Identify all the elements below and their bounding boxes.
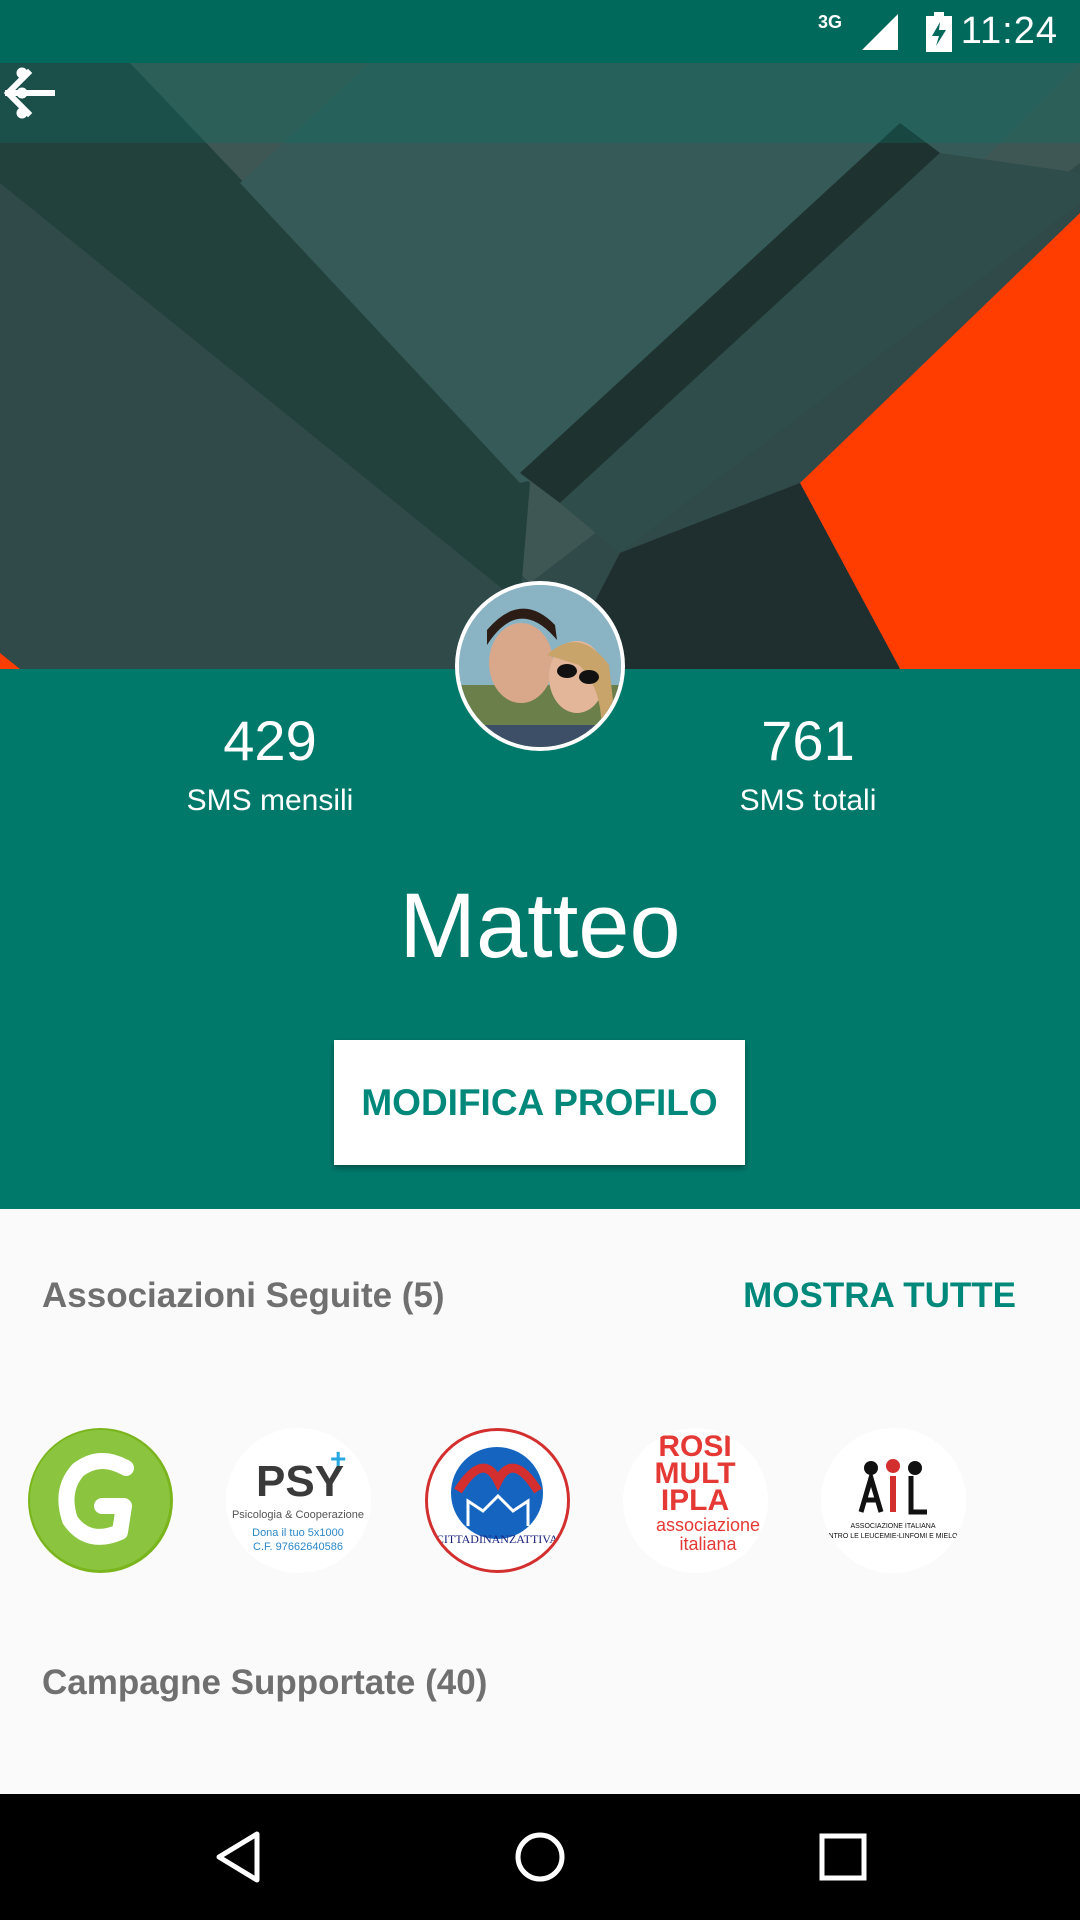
svg-text:CONTRO LE LEUCEMIE-LINFOMI E M: CONTRO LE LEUCEMIE-LINFOMI E MIELOMA	[821, 1533, 966, 1540]
system-navigation-bar	[0, 1794, 1080, 1920]
back-nav-icon[interactable]	[205, 1822, 275, 1892]
svg-text:+: +	[330, 1443, 346, 1474]
association-logo-cittadinanzattiva[interactable]: CITTADINANZATTIVA	[425, 1428, 570, 1573]
profile-header	[0, 63, 1080, 669]
recents-nav-icon[interactable]	[808, 1822, 878, 1892]
associations-title: Associazioni Seguite (5)	[42, 1276, 445, 1315]
association-logo-sclerosi-multipla[interactable]: ROSI MULT IPLA associazione italiana	[623, 1428, 768, 1573]
header-background	[0, 63, 1080, 669]
svg-text:ASSOCIAZIONE ITALIANA: ASSOCIAZIONE ITALIANA	[850, 1523, 935, 1530]
svg-text:Psicologia & Cooperazione: Psicologia & Cooperazione	[232, 1509, 364, 1521]
svg-text:associazione: associazione	[656, 1515, 760, 1535]
cittadinanzattiva-logo-icon: CITTADINANZATTIVA	[436, 1447, 558, 1546]
svg-text:Dona il tuo 5x1000: Dona il tuo 5x1000	[252, 1527, 344, 1539]
edit-profile-button[interactable]: MODIFICA PROFILO	[334, 1040, 745, 1165]
svg-text:italiana: italiana	[679, 1534, 737, 1554]
signal-icon	[862, 14, 898, 50]
monthly-sms-count: 429	[223, 709, 317, 772]
svg-text:CITTADINANZATTIVA: CITTADINANZATTIVA	[436, 1532, 558, 1546]
avatar-photo	[459, 585, 621, 747]
sclerosi-multipla-logo-icon: ROSI MULT IPLA associazione italiana	[654, 1430, 760, 1554]
overflow-menu-icon[interactable]	[0, 63, 44, 123]
profile-name: Matteo	[399, 875, 681, 977]
status-bar: 3G 11:24	[0, 0, 1080, 63]
ail-logo-icon: ASSOCIAZIONE ITALIANA CONTRO LE LEUCEMIE…	[821, 1459, 966, 1540]
avatar[interactable]	[455, 581, 625, 751]
association-logo-psy[interactable]: PSY + Psicologia & Cooperazione Dona il …	[226, 1428, 371, 1573]
stat-total-sms: 761 SMS totali	[658, 709, 958, 821]
stat-monthly-sms: 429 SMS mensili	[120, 709, 420, 821]
monthly-sms-label: SMS mensili	[186, 784, 354, 817]
show-all-button[interactable]: MOSTRA TUTTE	[743, 1276, 1016, 1316]
total-sms-count: 761	[761, 709, 855, 772]
g-logo-icon	[30, 1430, 170, 1570]
campaigns-title: Campagne Supportate (40)	[42, 1663, 488, 1702]
svg-text:IPLA: IPLA	[661, 1484, 729, 1517]
svg-text:C.F. 97662640586: C.F. 97662640586	[253, 1541, 343, 1553]
network-type: 3G	[817, 12, 842, 32]
associations-list: PSY + Psicologia & Cooperazione Dona il …	[0, 1428, 1080, 1573]
battery-icon	[926, 12, 952, 52]
association-logo-ail[interactable]: ASSOCIAZIONE ITALIANA CONTRO LE LEUCEMIE…	[821, 1428, 966, 1573]
home-nav-icon[interactable]	[505, 1822, 575, 1892]
total-sms-label: SMS totali	[739, 784, 877, 817]
psy-logo-icon: PSY + Psicologia & Cooperazione Dona il …	[232, 1443, 364, 1553]
clock: 11:24	[960, 10, 1058, 52]
association-logo-g[interactable]	[28, 1428, 173, 1573]
